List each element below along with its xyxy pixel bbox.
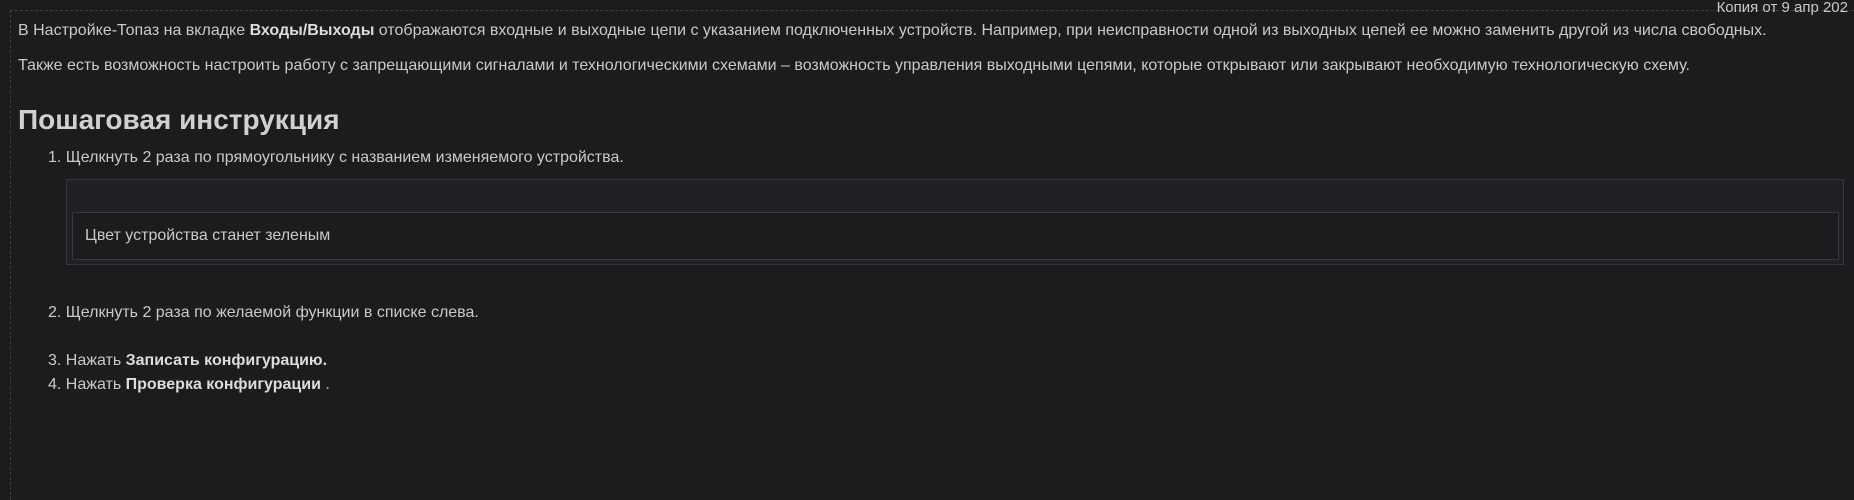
step-2: 2. Щелкнуть 2 раза по желаемой функции в… — [48, 304, 479, 321]
step-3-prefix: 3. Нажать — [48, 352, 126, 369]
step-4: 4. Нажать Проверка конфигурации . — [18, 373, 1816, 397]
intro-paragraph-1: В Настройке-Топаз на вкладке Входы/Выход… — [18, 19, 1816, 43]
section-title: Пошаговая инструкция — [18, 104, 340, 135]
page-frame: Копия от 9 апр 202 В Настройке-Топаз на … — [10, 0, 1854, 500]
copy-date-label: Копия от 9 апр 202 — [1716, 0, 1848, 16]
step-4-suffix: . — [320, 376, 330, 393]
tab-name-inputs-outputs: Входы/Выходы — [249, 22, 375, 39]
note-box: Цвет устройства станет зеленым — [66, 179, 1844, 265]
step-3: 3. Нажать Записать конфигурацию. — [18, 349, 1816, 373]
step-4-action: Проверка конфигурации — [125, 376, 321, 393]
article-body: В Настройке-Топаз на вкладке Входы/Выход… — [18, 19, 1844, 397]
step-1: 1. Щелкнуть 2 раза по прямоугольнику с н… — [48, 149, 624, 166]
intro-text-end: отображаются входные и выходные цепи с у… — [374, 22, 1767, 39]
note-text: Цвет устройства станет зеленым — [72, 212, 1839, 260]
step-3-action: Записать конфигурацию. — [125, 352, 328, 369]
intro-text-start: В Настройке-Топаз на вкладке — [18, 22, 250, 39]
intro-paragraph-2: Также есть возможность настроить работу … — [18, 57, 1690, 74]
step-4-prefix: 4. Нажать — [48, 376, 126, 393]
